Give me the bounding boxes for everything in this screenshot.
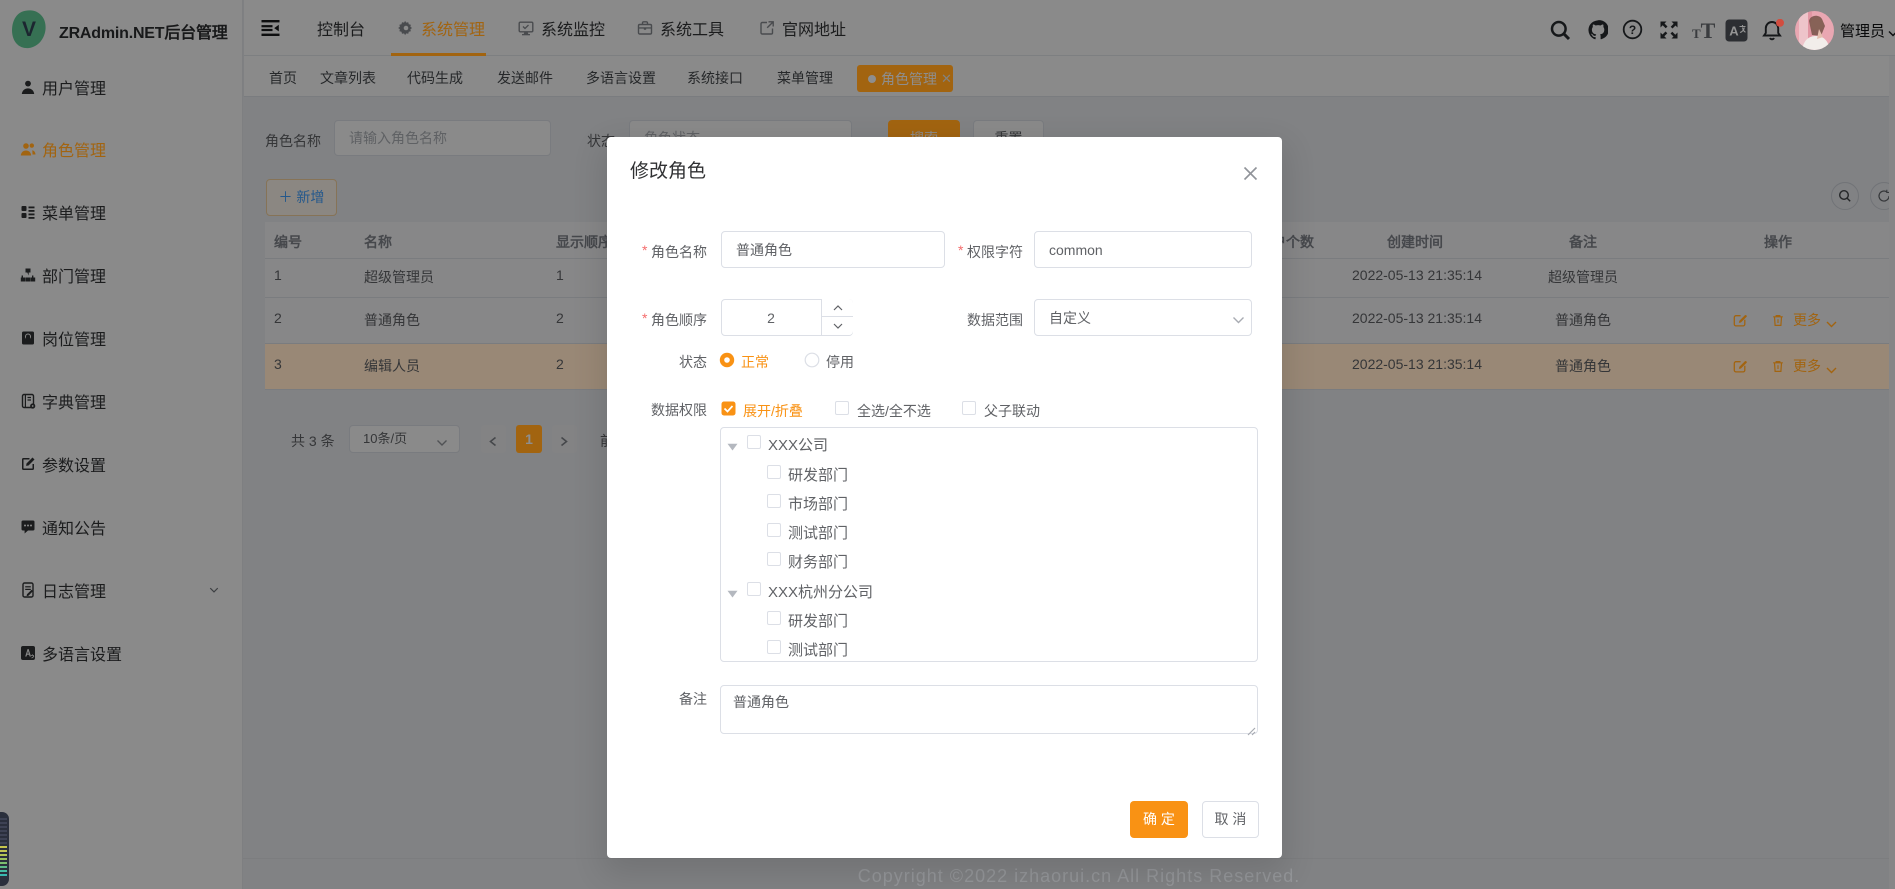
- svg-text:?: ?: [1629, 23, 1636, 37]
- svg-text:V: V: [22, 18, 36, 41]
- svg-text:A: A: [1729, 24, 1739, 39]
